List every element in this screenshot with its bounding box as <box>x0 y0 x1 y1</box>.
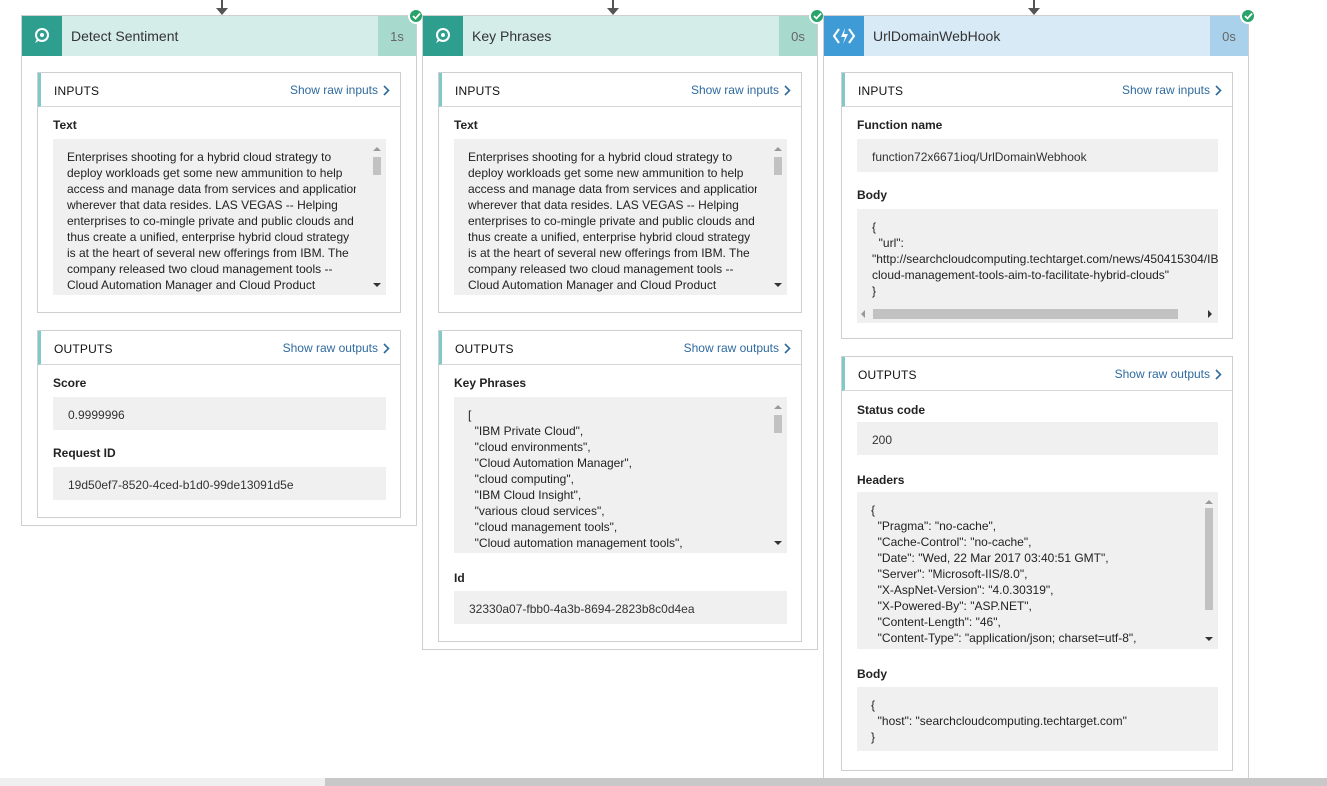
body-box: { "url": "http://searchcloudcomputing.te… <box>857 209 1218 323</box>
brain-icon <box>22 16 62 56</box>
score-value: 0.9999996 <box>68 408 125 422</box>
outputs-section: OUTPUTS Show raw outputs Key Phrases [ "… <box>438 330 802 642</box>
section-header: OUTPUTS Show raw outputs <box>38 331 400 365</box>
vertical-scrollbar[interactable] <box>771 399 785 551</box>
vertical-scrollbar[interactable] <box>1202 494 1216 647</box>
card-title: Key Phrases <box>472 28 552 44</box>
key-phrases-value: [ "IBM Private Cloud", "cloud environmen… <box>468 408 683 550</box>
body-output-box: { "host": "searchcloudcomputing.techtarg… <box>857 687 1218 751</box>
text-value: Enterprises shooting for a hybrid cloud … <box>67 150 356 292</box>
card-header[interactable]: Detect Sentiment 1s <box>22 16 416 56</box>
id-label: Id <box>454 571 465 585</box>
key-phrases-card: Key Phrases 0s INPUTS Show raw inputs Te… <box>422 8 825 650</box>
chevron-right-icon <box>383 342 390 354</box>
section-header: INPUTS Show raw inputs <box>842 73 1232 107</box>
outputs-label: OUTPUTS <box>455 342 514 356</box>
section-header: INPUTS Show raw inputs <box>38 73 400 107</box>
url-domain-webhook-card: UrlDomainWebHook 0s INPUTS Show raw inpu… <box>823 8 1256 786</box>
inputs-label: INPUTS <box>858 84 904 98</box>
chevron-right-icon <box>784 342 791 354</box>
chevron-right-icon <box>383 84 390 96</box>
function-name-label: Function name <box>857 118 943 132</box>
request-id-label: Request ID <box>53 446 116 460</box>
section-header: OUTPUTS Show raw outputs <box>439 331 801 365</box>
headers-value: { "Pragma": "no-cache", "Cache-Control":… <box>871 503 1137 645</box>
status-code-box: 200 <box>857 422 1218 455</box>
chevron-right-icon <box>1215 368 1222 380</box>
flow-arrow-icon <box>607 0 619 16</box>
brain-icon <box>423 16 463 56</box>
show-raw-inputs-link[interactable]: Show raw inputs <box>1122 83 1222 97</box>
vertical-scrollbar[interactable] <box>771 141 785 293</box>
scrollbar-thumb[interactable] <box>325 778 1327 786</box>
text-label: Text <box>53 118 77 132</box>
show-raw-inputs-link[interactable]: Show raw inputs <box>290 83 390 97</box>
show-raw-outputs-link[interactable]: Show raw outputs <box>1115 367 1222 381</box>
function-name-value: function72x6671ioq/UrlDomainWebhook <box>872 150 1087 164</box>
outputs-label: OUTPUTS <box>858 368 917 382</box>
horizontal-scrollbar[interactable] <box>859 307 1216 319</box>
function-icon <box>824 16 864 56</box>
success-check-icon <box>1240 8 1256 24</box>
request-id-value: 19d50ef7-8520-4ced-b1d0-99de13091d5e <box>68 478 294 492</box>
detect-sentiment-card: Detect Sentiment 1s INPUTS Show raw inpu… <box>21 8 424 526</box>
text-value-box: Enterprises shooting for a hybrid cloud … <box>53 139 386 295</box>
outputs-section: OUTPUTS Show raw outputs Score 0.9999996… <box>37 330 401 518</box>
page-horizontal-scrollbar[interactable] <box>0 778 1327 786</box>
headers-box: { "Pragma": "no-cache", "Cache-Control":… <box>857 492 1218 649</box>
function-name-box: function72x6671ioq/UrlDomainWebhook <box>857 139 1218 172</box>
status-code-value: 200 <box>872 433 893 447</box>
chevron-right-icon <box>784 84 791 96</box>
inputs-section: INPUTS Show raw inputs Function name fun… <box>841 72 1233 339</box>
body-output-value: { "host": "searchcloudcomputing.techtarg… <box>871 698 1127 744</box>
inputs-section: INPUTS Show raw inputs Text Enterprises … <box>438 72 802 313</box>
id-value: 32330a07-fbb0-4a3b-8694-2823b8c0d4ea <box>469 602 695 616</box>
id-box: 32330a07-fbb0-4a3b-8694-2823b8c0d4ea <box>454 591 787 624</box>
key-phrases-label: Key Phrases <box>454 376 527 390</box>
flow-arrow-icon <box>216 0 228 16</box>
headers-label: Headers <box>857 473 905 487</box>
section-header: OUTPUTS Show raw outputs <box>842 357 1232 391</box>
outputs-section: OUTPUTS Show raw outputs Status code 200… <box>841 356 1233 771</box>
inputs-label: INPUTS <box>54 84 100 98</box>
flow-arrow-icon <box>1028 0 1040 16</box>
chevron-right-icon <box>1215 84 1222 96</box>
show-raw-outputs-link[interactable]: Show raw outputs <box>283 341 390 355</box>
text-label: Text <box>454 118 478 132</box>
body-label: Body <box>857 667 887 681</box>
show-raw-inputs-link[interactable]: Show raw inputs <box>691 83 791 97</box>
score-box: 0.9999996 <box>53 397 386 430</box>
vertical-scrollbar[interactable] <box>370 141 384 293</box>
card-header[interactable]: Key Phrases 0s <box>423 16 817 56</box>
section-header: INPUTS Show raw inputs <box>439 73 801 107</box>
card-title: Detect Sentiment <box>71 28 179 44</box>
request-id-box: 19d50ef7-8520-4ced-b1d0-99de13091d5e <box>53 467 386 500</box>
show-raw-outputs-link[interactable]: Show raw outputs <box>684 341 791 355</box>
status-code-label: Status code <box>857 403 926 417</box>
body-value: { "url": "http://searchcloudcomputing.te… <box>872 220 1218 298</box>
key-phrases-box: [ "IBM Private Cloud", "cloud environmen… <box>454 397 787 553</box>
inputs-section: INPUTS Show raw inputs Text Enterprises … <box>37 72 401 313</box>
card-title: UrlDomainWebHook <box>873 28 1001 44</box>
score-label: Score <box>53 376 87 390</box>
text-value-box: Enterprises shooting for a hybrid cloud … <box>454 139 787 295</box>
inputs-label: INPUTS <box>455 84 501 98</box>
card-header[interactable]: UrlDomainWebHook 0s <box>824 16 1248 56</box>
body-label: Body <box>857 188 887 202</box>
outputs-label: OUTPUTS <box>54 342 113 356</box>
text-value: Enterprises shooting for a hybrid cloud … <box>468 150 757 292</box>
